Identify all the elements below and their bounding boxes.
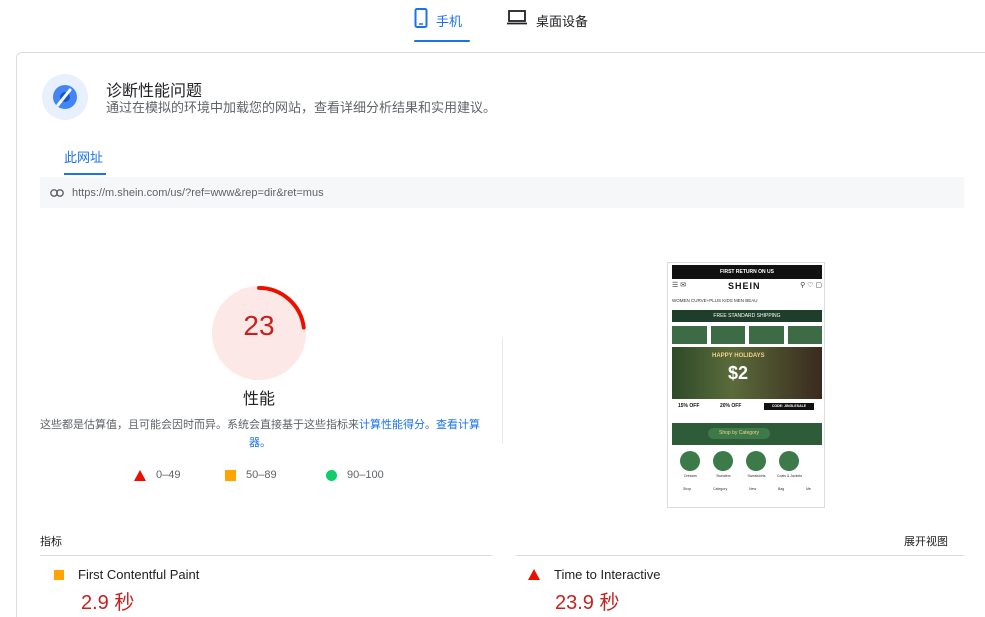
tab-desktop-label: 桌面设备 [536, 15, 589, 30]
search-heart-bag-icon: ⚲ ♡ ▢ [800, 282, 822, 289]
preview-offer: 15% OFF [678, 403, 700, 409]
desc-sep: 。 [425, 418, 436, 431]
circle-icon [326, 469, 337, 481]
metric-tti-name: Time to Interactive [554, 567, 661, 582]
preview-category-row [672, 326, 822, 344]
link-icon [50, 188, 64, 197]
device-tabs: 手机 桌面设备 [0, 0, 985, 44]
preview-shipping: FREE STANDARD SHIPPING [672, 310, 822, 322]
preview-circle-label: Sweaters [716, 474, 731, 478]
metrics-heading: 指标 [40, 535, 62, 548]
report-card [16, 52, 985, 617]
legend-pass-range: 90–100 [347, 469, 384, 481]
preview-nav: WOMEN CURVE+PLUS KIDS MEN BEAU [672, 298, 758, 303]
expand-view-toggle[interactable]: 展开视图 [904, 533, 948, 549]
score-description: 这些都是估算值，且可能会因时而异。系统会直接基于这些指标来计算性能得分。查看计算… [40, 416, 480, 452]
preview-header: ☰ ✉ SHEIN ⚲ ♡ ▢ [672, 281, 822, 293]
url-text: https://m.shein.com/us/?ref=www&rep=dir&… [72, 186, 324, 199]
menu-mail-icon: ☰ ✉ [672, 282, 687, 289]
square-icon [225, 469, 236, 481]
preview-circle [713, 451, 733, 471]
preview-hero: HAPPY HOLIDAYS $2 [672, 347, 822, 399]
tab-mobile[interactable]: 手机 [414, 8, 470, 42]
metric-fcp: First Contentful Paint [54, 567, 199, 582]
legend-average-range: 50–89 [246, 469, 277, 481]
preview-offer: 20% OFF [720, 403, 742, 409]
metric-tti: Time to Interactive [528, 567, 660, 582]
metric-fcp-name: First Contentful Paint [78, 567, 200, 582]
preview-bottom-item: Me [806, 487, 812, 491]
preview-circle [680, 451, 700, 471]
preview-shop-banner: Shop by Category [672, 423, 822, 445]
square-icon [54, 569, 64, 580]
performance-label: 性能 [242, 389, 275, 408]
url-bar: https://m.shein.com/us/?ref=www&rep=dir&… [40, 177, 964, 208]
diagnose-subtitle: 通过在模拟的环境中加载您的网站，查看详细分析结果和实用建议。 [106, 101, 497, 116]
preview-circle-label: Coats & Jackets [776, 474, 803, 478]
tab-desktop[interactable]: 桌面设备 [506, 8, 588, 42]
preview-category [710, 326, 745, 344]
preview-circle [746, 451, 766, 471]
preview-bottom-item: New [749, 487, 757, 491]
performance-score: 23 [243, 310, 275, 341]
preview-hero-title: HAPPY HOLIDAYS [712, 353, 765, 359]
metric-tti-value: 23.9 秒 [555, 592, 620, 614]
preview-circle-labels: Dresses Sweaters Sweatshirts Coats & Jac… [674, 474, 824, 478]
preview-circle [779, 451, 799, 471]
tab-underline [64, 173, 106, 175]
preview-offers: 15% OFF 20% OFF CODE: JINGLESALE [672, 403, 822, 419]
tab-this-url[interactable]: 此网址 [64, 147, 103, 166]
preview-bottom-item: Bag [778, 487, 785, 491]
divider [40, 555, 492, 556]
final-screenshot: FIRST RETURN ON US ☰ ✉ SHEIN ⚲ ♡ ▢ WOMEN… [667, 262, 825, 508]
preview-category [749, 326, 784, 344]
preview-logo: SHEIN [728, 281, 761, 291]
divider [516, 555, 964, 556]
legend-average: 50–89 [225, 469, 277, 481]
preview-banner: FIRST RETURN ON US [672, 265, 822, 279]
calc-score-link[interactable]: 计算性能得分 [359, 418, 425, 431]
phone-icon [414, 8, 428, 28]
preview-hero-price: $2 [728, 363, 749, 383]
preview-bottom-item: Category [713, 487, 728, 491]
preview-category [787, 326, 822, 344]
preview-circle-label: Dresses [684, 474, 697, 478]
preview-bottom-nav: Shop Category New Bag Me [672, 487, 822, 491]
preview-shop-button: Shop by Category [708, 428, 770, 439]
preview-offer-code: CODE: JINGLESALE [764, 403, 814, 410]
triangle-icon [134, 469, 146, 481]
desc-text: 这些都是估算值，且可能会因时而异。系统会直接基于这些指标来 [40, 418, 359, 431]
lab-data-icon [42, 74, 88, 120]
metric-fcp-value: 2.9 秒 [81, 592, 135, 614]
legend-fail: 0–49 [134, 469, 180, 481]
preview-bottom-item: Shop [682, 487, 692, 491]
preview-category [672, 326, 707, 344]
preview-circles [680, 451, 820, 471]
laptop-icon [507, 10, 527, 25]
tab-mobile-label: 手机 [436, 15, 463, 30]
triangle-icon [528, 569, 540, 580]
legend-fail-range: 0–49 [156, 469, 181, 481]
legend-pass: 90–100 [326, 469, 384, 481]
preview-circle-label: Sweatshirts [747, 474, 766, 478]
vertical-divider [502, 338, 503, 444]
